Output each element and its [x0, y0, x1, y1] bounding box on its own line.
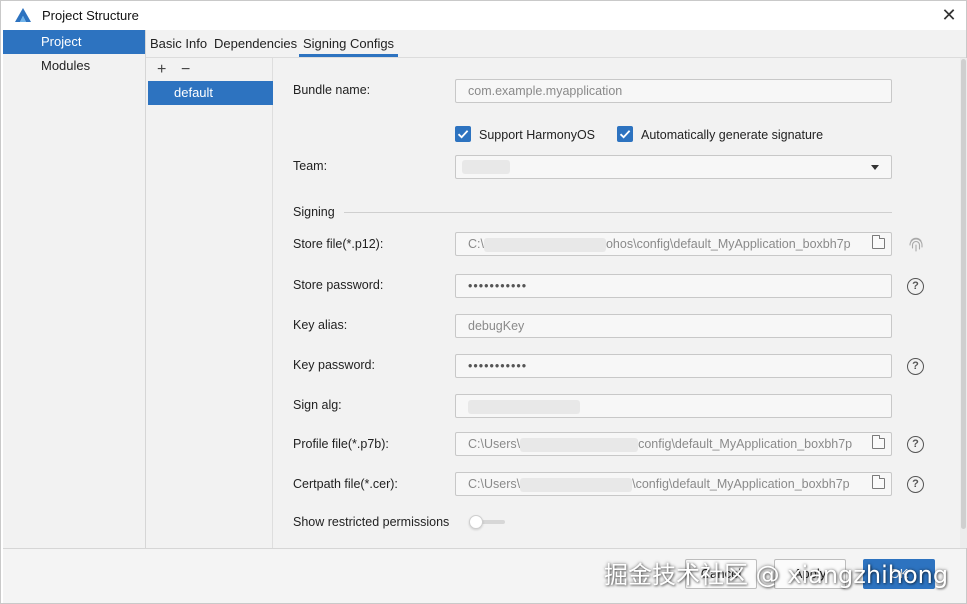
support-harmonyos-label: Support HarmonyOS — [479, 128, 596, 142]
certpath-file-path-prefix: C:\Users\ — [468, 477, 521, 491]
toggle-knob — [469, 515, 483, 529]
sign-alg-input[interactable] — [455, 394, 892, 418]
redacted-path — [520, 437, 639, 452]
left-nav: Project Modules — [3, 30, 146, 548]
certpath-file-label: Certpath file(*.cer): — [293, 477, 398, 491]
key-alias-input[interactable]: debugKey — [455, 314, 892, 338]
help-icon[interactable]: ? — [907, 278, 924, 295]
help-icon[interactable]: ? — [907, 476, 924, 493]
help-icon[interactable]: ? — [907, 358, 924, 375]
auto-signature-checkbox[interactable] — [617, 126, 633, 142]
bundle-name-input[interactable]: com.example.myapplication — [455, 79, 892, 103]
redacted-sign-alg — [468, 399, 580, 414]
folder-icon[interactable] — [872, 475, 885, 489]
store-password-label: Store password: — [293, 278, 384, 292]
profile-file-input[interactable]: C:\Users\ config\default_MyApplication_bo… — [455, 432, 892, 456]
store-file-label: Store file(*.p12): — [293, 237, 384, 251]
show-restricted-label: Show restricted permissions — [293, 515, 450, 529]
key-alias-label: Key alias: — [293, 318, 348, 332]
sign-alg-label: Sign alg: — [293, 398, 342, 412]
team-label: Team: — [293, 159, 328, 173]
certpath-file-input[interactable]: C:\Users\ \config\default_MyApplication_b… — [455, 472, 892, 496]
bundle-name-label: Bundle name: — [293, 83, 371, 97]
signing-section-title: Signing — [293, 205, 335, 219]
nav-item-project[interactable]: Project — [3, 30, 145, 54]
key-password-input[interactable]: ••••••••••• — [455, 354, 892, 378]
tab-bar: Basic Info Dependencies Signing Configs — [146, 30, 966, 58]
store-file-path-prefix: C:\ — [468, 237, 484, 251]
store-file-path-suffix: ohos\config\default_MyApplication_boxbh7… — [605, 237, 851, 251]
support-harmonyos-checkbox[interactable] — [455, 126, 471, 142]
show-restricted-toggle[interactable] — [469, 515, 505, 529]
check-icon — [619, 130, 631, 139]
window-title: Project Structure — [42, 8, 139, 23]
project-structure-dialog: Project Structure ✕ Project Modules Basi… — [0, 0, 967, 604]
tab-basic-info[interactable]: Basic Info — [150, 36, 207, 51]
key-password-label: Key password: — [293, 358, 375, 372]
store-password-input[interactable]: ••••••••••• — [455, 274, 892, 298]
check-icon — [457, 130, 469, 139]
close-icon[interactable]: ✕ — [938, 4, 960, 26]
fingerprint-icon[interactable] — [907, 235, 925, 253]
folder-icon[interactable] — [872, 235, 885, 249]
profile-file-label: Profile file(*.p7b): — [293, 437, 389, 451]
profile-file-path-prefix: C:\Users\ — [468, 437, 521, 451]
nav-item-modules[interactable]: Modules — [3, 54, 145, 78]
folder-icon[interactable] — [872, 435, 885, 449]
chevron-down-icon — [871, 165, 879, 170]
signing-config-list: + − default — [146, 58, 273, 548]
redacted-team-value — [462, 160, 510, 174]
add-config-icon[interactable]: + — [157, 62, 166, 78]
config-item-default[interactable]: default — [148, 81, 273, 105]
watermark-text: 掘金技术社区 @ xiangzhihong — [604, 561, 949, 589]
scrollbar-thumb[interactable] — [961, 59, 966, 529]
certpath-file-path-suffix: \config\default_MyApplication_boxbh7p — [632, 477, 850, 491]
tab-dependencies[interactable]: Dependencies — [214, 36, 297, 51]
tab-signing-configs[interactable]: Signing Configs — [298, 36, 399, 57]
redacted-path — [483, 237, 606, 252]
title-bar: Project Structure ✕ — [1, 1, 966, 30]
section-divider — [344, 212, 892, 213]
app-logo-icon — [15, 8, 31, 22]
redacted-path — [520, 477, 633, 492]
store-file-input[interactable]: C:\ ohos\config\default_MyApplication_box… — [455, 232, 892, 256]
auto-signature-label: Automatically generate signature — [641, 128, 824, 142]
profile-file-path-suffix: config\default_MyApplication_boxbh7p — [638, 437, 853, 451]
help-icon[interactable]: ? — [907, 436, 924, 453]
team-select[interactable] — [455, 155, 892, 179]
remove-config-icon[interactable]: − — [181, 62, 190, 78]
